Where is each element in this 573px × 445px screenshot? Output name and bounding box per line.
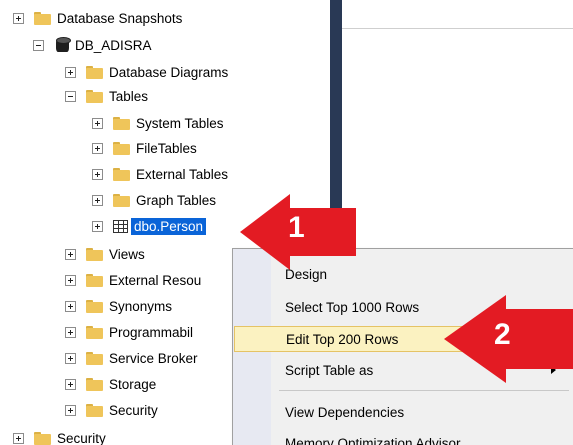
tree-node-tables[interactable]: Tables bbox=[65, 83, 148, 109]
expand-icon[interactable] bbox=[92, 194, 103, 206]
tree-node-db-adisra[interactable]: DB_ADISRA bbox=[33, 32, 152, 58]
menu-item-view-dependencies[interactable]: View Dependencies bbox=[234, 399, 572, 425]
folder-icon bbox=[86, 273, 103, 287]
folder-icon bbox=[86, 377, 103, 391]
folder-icon bbox=[34, 11, 51, 25]
tree-node-programmability[interactable]: Programmabil bbox=[65, 319, 193, 345]
tree-node-label: External Resou bbox=[109, 272, 202, 288]
tree-node-label: Programmabil bbox=[109, 324, 194, 340]
tree-node-synonyms[interactable]: Synonyms bbox=[65, 293, 172, 319]
tree-node-external-resources[interactable]: External Resou bbox=[65, 267, 201, 293]
expand-icon[interactable] bbox=[65, 352, 76, 364]
expand-icon[interactable] bbox=[92, 168, 103, 180]
tree-node-file-tables[interactable]: FileTables bbox=[92, 135, 197, 161]
tree-node-storage[interactable]: Storage bbox=[65, 371, 156, 397]
expand-icon[interactable] bbox=[65, 248, 76, 260]
folder-icon bbox=[86, 325, 103, 339]
expand-icon[interactable] bbox=[65, 378, 76, 390]
folder-icon bbox=[86, 351, 103, 365]
tree-node-views[interactable]: Views bbox=[65, 241, 145, 267]
tree-node-service-broker[interactable]: Service Broker bbox=[65, 345, 198, 371]
tree-node-graph-tables[interactable]: Graph Tables bbox=[92, 187, 216, 213]
expand-icon[interactable] bbox=[65, 274, 76, 286]
folder-icon bbox=[113, 141, 130, 155]
tree-node-label: Security bbox=[109, 402, 158, 418]
tree-node-label: Security bbox=[57, 430, 106, 445]
tree-node-label: Synonyms bbox=[109, 298, 173, 314]
expand-icon[interactable] bbox=[65, 404, 76, 416]
expand-icon[interactable] bbox=[65, 66, 76, 78]
callout-number-1: 1 bbox=[288, 211, 305, 244]
folder-icon bbox=[86, 65, 103, 79]
tree-node-label: External Tables bbox=[136, 166, 229, 182]
tree-node-security-db[interactable]: Security bbox=[65, 397, 158, 423]
folder-icon bbox=[113, 116, 130, 130]
callout-number-2: 2 bbox=[494, 318, 511, 351]
tree-node-label: Tables bbox=[109, 88, 149, 104]
tree-node-system-tables[interactable]: System Tables bbox=[92, 110, 224, 136]
folder-icon bbox=[86, 247, 103, 261]
collapse-icon[interactable] bbox=[65, 90, 76, 102]
divider bbox=[342, 28, 573, 29]
tree-node-label-selected[interactable]: dbo.Person bbox=[131, 217, 207, 235]
expand-icon[interactable] bbox=[13, 432, 24, 444]
folder-icon bbox=[86, 89, 103, 103]
folder-icon bbox=[86, 299, 103, 313]
tree-node-label: Database Diagrams bbox=[109, 64, 229, 80]
collapse-icon[interactable] bbox=[33, 39, 44, 51]
tree-node-database-diagrams[interactable]: Database Diagrams bbox=[65, 59, 228, 85]
tree-node-database-snapshots[interactable]: Database Snapshots bbox=[13, 5, 182, 31]
expand-icon[interactable] bbox=[92, 220, 103, 232]
folder-icon bbox=[34, 431, 51, 445]
expand-icon[interactable] bbox=[65, 300, 76, 312]
folder-icon bbox=[113, 167, 130, 181]
expand-icon[interactable] bbox=[92, 117, 103, 129]
tree-node-external-tables[interactable]: External Tables bbox=[92, 161, 228, 187]
tree-node-dbo-person[interactable]: dbo.Person bbox=[92, 213, 207, 239]
tree-node-label: Service Broker bbox=[109, 350, 198, 366]
menu-separator bbox=[279, 390, 569, 391]
folder-icon bbox=[113, 193, 130, 207]
table-icon bbox=[113, 219, 128, 233]
tree-node-label: System Tables bbox=[136, 115, 224, 131]
expand-icon[interactable] bbox=[92, 142, 103, 154]
database-icon bbox=[56, 37, 71, 53]
tree-node-label: FileTables bbox=[136, 140, 197, 156]
tree-node-label: Database Snapshots bbox=[57, 10, 183, 26]
tree-node-label: Graph Tables bbox=[136, 192, 217, 208]
tree-node-label: Views bbox=[109, 246, 145, 262]
expand-icon[interactable] bbox=[13, 12, 24, 24]
expand-icon[interactable] bbox=[65, 326, 76, 338]
tree-node-security-root[interactable]: Security bbox=[13, 425, 106, 445]
tree-node-label: DB_ADISRA bbox=[75, 37, 152, 53]
tree-node-label: Storage bbox=[109, 376, 157, 392]
menu-item-label: Script Table as bbox=[285, 362, 374, 378]
menu-item-memory-optimization[interactable]: Memory Optimization Advisor bbox=[234, 430, 572, 445]
folder-icon bbox=[86, 403, 103, 417]
